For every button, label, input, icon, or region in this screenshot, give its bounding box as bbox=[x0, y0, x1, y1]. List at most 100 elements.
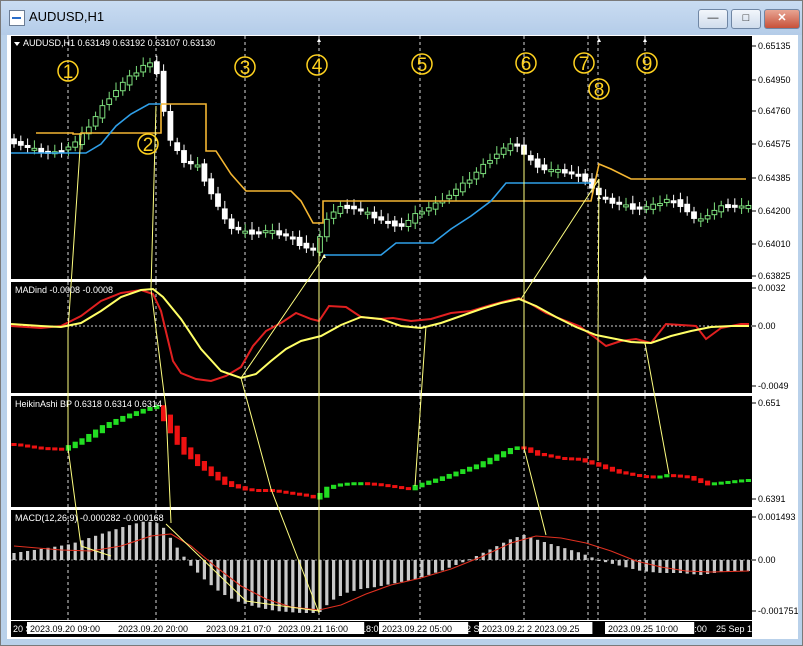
ha-candle bbox=[52, 447, 58, 451]
macd-histogram-bar bbox=[563, 548, 567, 560]
candle bbox=[670, 200, 677, 204]
candle bbox=[235, 226, 242, 231]
macd-pane-label: MACD(12,26,9) -0.000282 -0.000168 bbox=[15, 513, 164, 523]
ha-candle bbox=[555, 455, 561, 459]
candle bbox=[691, 211, 697, 219]
ha-candle bbox=[242, 486, 248, 491]
macd-histogram-bar bbox=[379, 560, 383, 586]
candle bbox=[262, 230, 269, 234]
ha-candle bbox=[133, 411, 139, 416]
ha-candle bbox=[331, 484, 337, 489]
ha-candle bbox=[31, 445, 37, 449]
macd-histogram-bar bbox=[733, 560, 737, 572]
close-button[interactable]: ✕ bbox=[764, 9, 800, 29]
main-axis-tick-label: 0.64010 bbox=[758, 239, 791, 249]
ha-candle bbox=[507, 448, 513, 455]
macd-histogram-bar bbox=[617, 560, 621, 566]
minimize-button[interactable]: — bbox=[698, 9, 728, 29]
marker-number: 7 bbox=[579, 54, 590, 75]
ha-candle bbox=[541, 453, 547, 457]
title-bar[interactable]: AUDUSD,H1 — □ ✕ bbox=[1, 1, 802, 35]
ha-candle bbox=[140, 408, 146, 414]
macd-histogram-bar bbox=[583, 554, 587, 560]
ha-candle bbox=[711, 482, 717, 486]
macd-histogram-bar bbox=[338, 560, 342, 596]
chart-area[interactable]: 1 2 3 4 5 6 78 9 AUDUSD,H1 0.63149 0.63192 0.63… bbox=[7, 35, 798, 639]
maximize-button[interactable]: □ bbox=[731, 9, 761, 29]
candle bbox=[337, 205, 344, 214]
ha-candle bbox=[650, 475, 656, 479]
macd-histogram-bar bbox=[141, 521, 145, 560]
marker-number: 4 bbox=[312, 56, 323, 77]
candle bbox=[296, 236, 303, 247]
candle bbox=[480, 163, 487, 175]
ha-candle bbox=[664, 474, 670, 478]
ha-candle bbox=[263, 489, 269, 492]
main-axis-tick-label: 0.64760 bbox=[758, 106, 791, 116]
macd-histogram-bar bbox=[529, 537, 533, 560]
ha-candle bbox=[317, 492, 323, 500]
main-axis-tick-label: 0.64575 bbox=[758, 139, 791, 149]
macd-histogram-bar bbox=[372, 560, 376, 588]
ha-candle bbox=[596, 462, 602, 467]
candle bbox=[534, 158, 541, 168]
macd-histogram-bar bbox=[243, 560, 247, 604]
ha-candle bbox=[201, 461, 207, 471]
ha-candle bbox=[473, 464, 479, 470]
candle bbox=[412, 213, 419, 224]
macd-histogram-bar bbox=[311, 560, 315, 613]
candle bbox=[255, 231, 262, 235]
chart-window-icon bbox=[9, 10, 25, 26]
ha-candle bbox=[677, 474, 683, 478]
macd-histogram-bar bbox=[719, 560, 723, 572]
ha-candle bbox=[582, 458, 588, 463]
macd-histogram-bar bbox=[32, 549, 36, 560]
ha-candle bbox=[419, 482, 425, 488]
macd-histogram-bar bbox=[223, 560, 227, 596]
ha-candle bbox=[93, 429, 99, 438]
macd-histogram-bar bbox=[502, 542, 506, 560]
ha-candle bbox=[188, 447, 194, 460]
ha-candle bbox=[256, 489, 262, 492]
macd-histogram-bar bbox=[699, 560, 703, 575]
macd-histogram-bar bbox=[304, 560, 308, 613]
ha-candle bbox=[99, 425, 105, 434]
ha-candle bbox=[657, 475, 663, 479]
candle bbox=[487, 160, 493, 164]
macd-histogram-bar bbox=[352, 560, 356, 591]
macd-histogram-bar bbox=[53, 546, 57, 560]
macd-histogram-bar bbox=[250, 560, 254, 606]
window-title: AUDUSD,H1 bbox=[29, 9, 105, 24]
candle bbox=[38, 147, 45, 153]
ha-candle bbox=[480, 461, 486, 468]
ha-candle bbox=[535, 450, 541, 456]
ha-candle bbox=[705, 480, 711, 486]
candle bbox=[371, 211, 378, 219]
ha-candle bbox=[222, 476, 228, 485]
macd-histogram-bar bbox=[461, 560, 465, 563]
macd-histogram-bar bbox=[12, 553, 16, 560]
macd-histogram-bar bbox=[189, 560, 193, 566]
mad-pane[interactable] bbox=[11, 282, 752, 393]
macd-histogram-bar bbox=[393, 560, 397, 584]
marker-number: 9 bbox=[642, 54, 653, 75]
candle bbox=[181, 150, 187, 163]
candle bbox=[221, 208, 228, 220]
macd-histogram-bar bbox=[94, 535, 98, 560]
ha-candle bbox=[725, 480, 731, 484]
main-axis-tick-label: 0.64950 bbox=[758, 75, 791, 85]
ha-candle bbox=[487, 457, 493, 465]
candle bbox=[711, 209, 718, 216]
ha-candle bbox=[324, 486, 330, 498]
ha-candle bbox=[378, 483, 384, 487]
macd-histogram-bar bbox=[454, 560, 458, 565]
ha-candle bbox=[562, 457, 568, 461]
candle bbox=[629, 203, 636, 210]
candle bbox=[11, 138, 17, 145]
ha-candle bbox=[684, 475, 690, 479]
heikin-pane[interactable] bbox=[11, 396, 752, 507]
ha-candle bbox=[609, 466, 615, 472]
macd-histogram-bar bbox=[114, 529, 118, 560]
macd-histogram-bar bbox=[400, 560, 404, 582]
macd-histogram-bar bbox=[570, 550, 574, 560]
